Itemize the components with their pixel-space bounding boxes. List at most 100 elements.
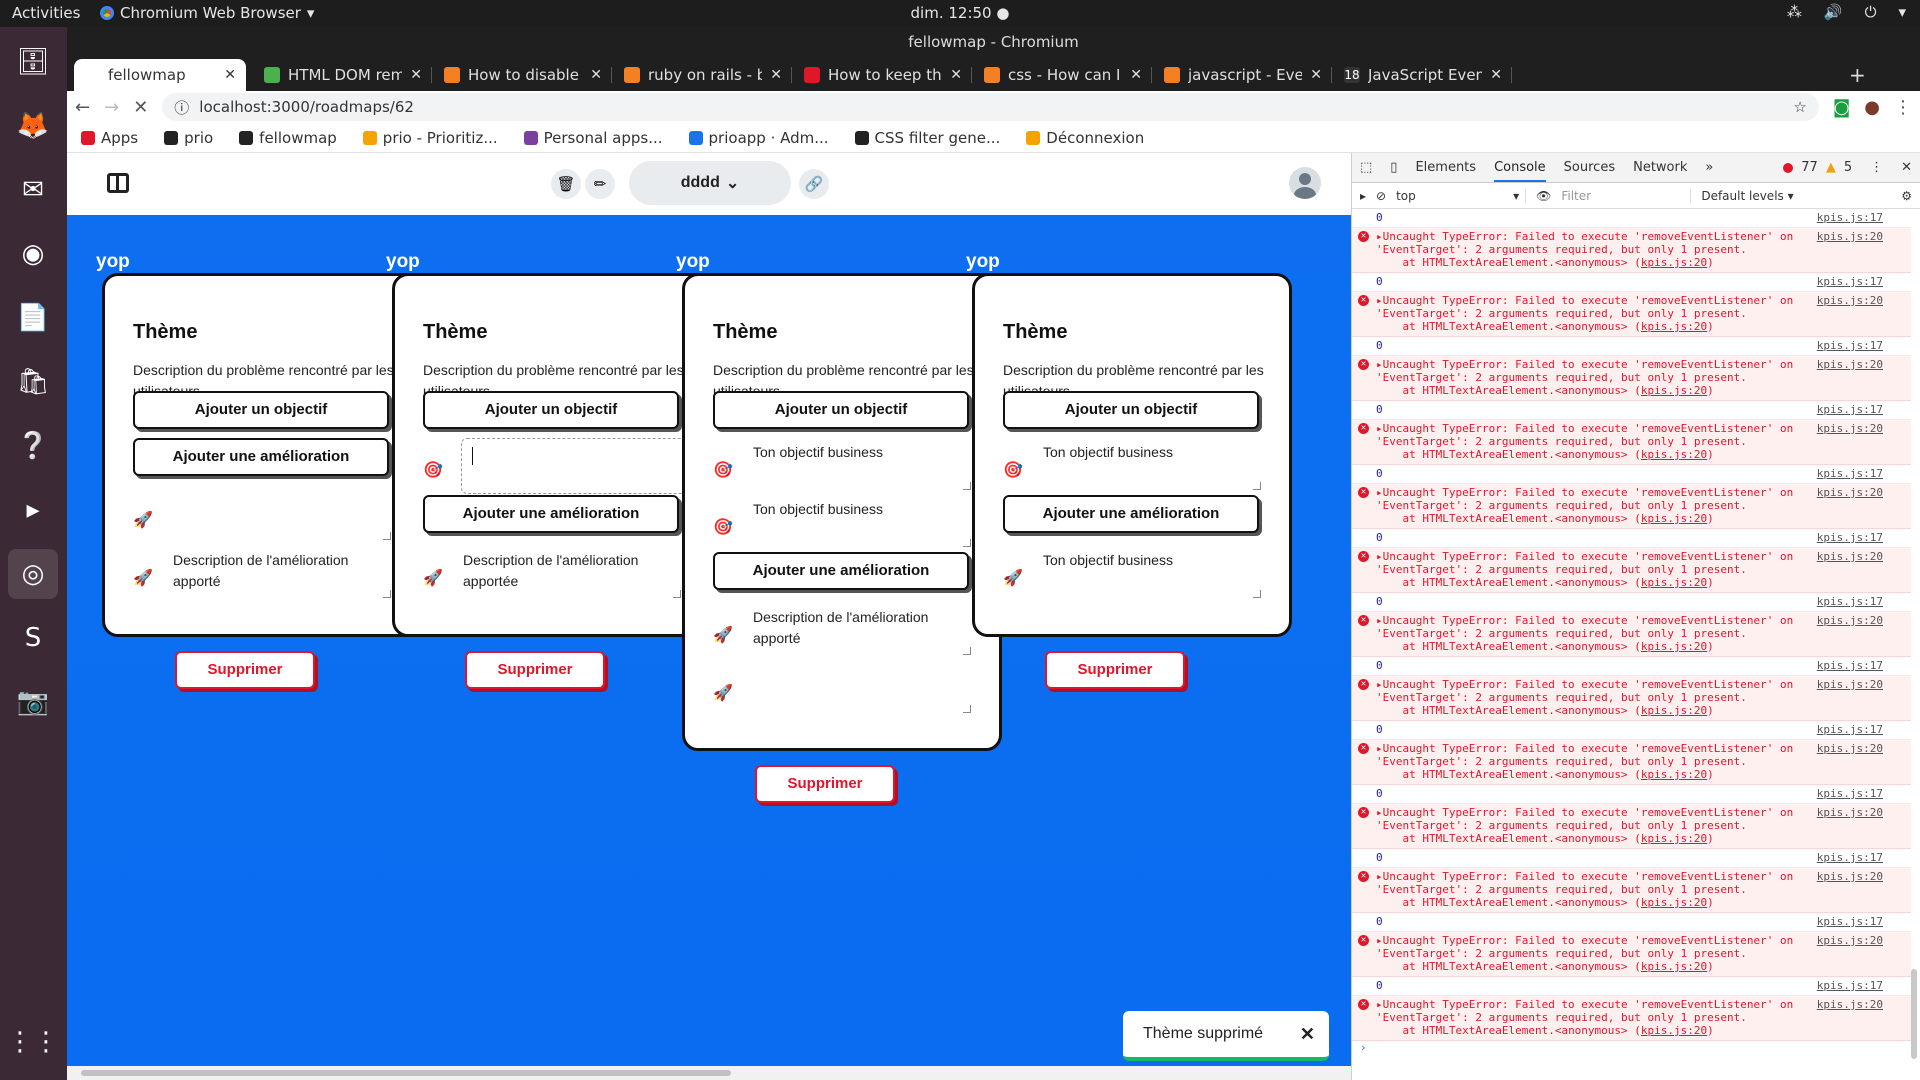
source-link[interactable]: kpis.js:20 bbox=[1817, 806, 1883, 819]
delete-theme-button[interactable]: Supprimer bbox=[1045, 651, 1185, 689]
issue-counts[interactable]: 77 ▲ 5 bbox=[1783, 160, 1852, 175]
bookmark-item[interactable]: fellowmap bbox=[239, 129, 337, 147]
row-textarea[interactable]: Ton objectif business bbox=[753, 442, 963, 463]
bookmark-item[interactable]: CSS filter gene... bbox=[854, 129, 1000, 147]
stack-source-link[interactable]: kpis.js:20 bbox=[1641, 256, 1707, 269]
app-menu[interactable]: Chromium Web Browser ▾ bbox=[100, 4, 314, 22]
stack-source-link[interactable]: kpis.js:20 bbox=[1641, 512, 1707, 525]
tab-network[interactable]: Network bbox=[1633, 160, 1687, 175]
writer-icon[interactable]: 📄 bbox=[8, 293, 58, 343]
source-link[interactable]: kpis.js:20 bbox=[1817, 998, 1883, 1011]
theme-title[interactable]: Thème bbox=[133, 321, 197, 344]
resize-handle-icon[interactable] bbox=[383, 532, 391, 540]
browser-tab[interactable]: How to disable repetit ✕ bbox=[434, 59, 612, 91]
stack-source-link[interactable]: kpis.js:20 bbox=[1641, 832, 1707, 845]
source-link[interactable]: kpis.js:20 bbox=[1817, 230, 1883, 243]
source-link[interactable]: kpis.js:17 bbox=[1817, 337, 1883, 355]
source-link[interactable]: kpis.js:20 bbox=[1817, 422, 1883, 435]
close-icon[interactable]: ✕ bbox=[950, 67, 962, 83]
browser-tab[interactable]: HTML DOM removeEve ✕ bbox=[254, 59, 432, 91]
row-textarea[interactable]: Description de l'amélioration apporté bbox=[753, 607, 963, 649]
expand-icon[interactable]: ▸ bbox=[1376, 806, 1383, 819]
add-objective-button[interactable]: Ajouter un objectif bbox=[133, 391, 389, 429]
thunderbird-icon[interactable]: ✉ bbox=[8, 165, 58, 215]
add-improvement-button[interactable]: Ajouter une amélioration bbox=[713, 552, 969, 590]
theme-title[interactable]: Thème bbox=[713, 321, 777, 344]
add-objective-button[interactable]: Ajouter un objectif bbox=[423, 391, 679, 429]
close-icon[interactable]: ✕ bbox=[1490, 67, 1502, 83]
expand-icon[interactable]: ▸ bbox=[1376, 230, 1383, 243]
console-scrollbar[interactable] bbox=[1910, 209, 1918, 1080]
bookmark-item[interactable]: Apps bbox=[81, 129, 138, 147]
source-link[interactable]: kpis.js:17 bbox=[1817, 849, 1883, 867]
add-objective-button[interactable]: Ajouter un objectif bbox=[1003, 391, 1259, 429]
browser-tab[interactable]: css - How can I make th ✕ bbox=[974, 59, 1152, 91]
resize-handle-icon[interactable] bbox=[1253, 482, 1261, 490]
resize-handle-icon[interactable] bbox=[963, 482, 971, 490]
close-icon[interactable]: ✕ bbox=[1901, 160, 1912, 175]
source-link[interactable]: kpis.js:17 bbox=[1817, 977, 1883, 995]
expand-icon[interactable]: ▸ bbox=[1376, 998, 1383, 1011]
tab-elements[interactable]: Elements bbox=[1415, 160, 1476, 175]
sidebar-icon[interactable]: ▸ bbox=[1360, 189, 1366, 203]
source-link[interactable]: kpis.js:17 bbox=[1817, 529, 1883, 547]
source-link[interactable]: kpis.js:17 bbox=[1817, 593, 1883, 611]
close-icon[interactable]: ✕ bbox=[1310, 67, 1322, 83]
bookmark-item[interactable]: prio - Prioritiz... bbox=[362, 129, 498, 147]
row-textarea[interactable]: Ton objectif business bbox=[1043, 550, 1253, 571]
show-apps-icon[interactable]: ⋮⋮ bbox=[7, 1017, 59, 1067]
stack-source-link[interactable]: kpis.js:20 bbox=[1641, 1024, 1707, 1037]
resize-handle-icon[interactable] bbox=[963, 539, 971, 547]
settings-icon[interactable]: ⚙ bbox=[1901, 189, 1912, 203]
rhythmbox-icon[interactable]: ◉ bbox=[8, 229, 58, 279]
scrollbar-thumb[interactable] bbox=[81, 1070, 731, 1076]
menu-icon[interactable]: ⋮ bbox=[1870, 160, 1883, 175]
resize-handle-icon[interactable] bbox=[963, 705, 971, 713]
close-icon[interactable]: ✕ bbox=[410, 67, 422, 83]
pencil-icon[interactable]: ✏ bbox=[585, 169, 615, 199]
browser-tab[interactable]: 18 JavaScript Event KeyCo ✕ bbox=[1334, 59, 1512, 91]
theme-title[interactable]: Thème bbox=[423, 321, 487, 344]
terminal-icon[interactable]: ▸ bbox=[8, 485, 58, 535]
source-link[interactable]: kpis.js:17 bbox=[1817, 209, 1883, 227]
close-icon[interactable]: ✕ bbox=[224, 67, 236, 83]
source-link[interactable]: kpis.js:17 bbox=[1817, 721, 1883, 739]
expand-icon[interactable]: ▸ bbox=[1376, 358, 1383, 371]
resize-handle-icon[interactable] bbox=[383, 590, 391, 598]
filter-input[interactable]: Filter bbox=[1561, 188, 1692, 203]
horizontal-scrollbar[interactable] bbox=[67, 1066, 1351, 1080]
camera-icon[interactable]: 📷 bbox=[8, 677, 58, 727]
sidebar-toggle-icon[interactable] bbox=[107, 173, 129, 193]
link-icon[interactable]: 🔗 bbox=[799, 169, 829, 199]
expand-icon[interactable]: ▸ bbox=[1376, 294, 1383, 307]
source-link[interactable]: kpis.js:20 bbox=[1817, 358, 1883, 371]
help-icon[interactable]: ❔ bbox=[8, 421, 58, 471]
bookmark-star-icon[interactable]: ☆ bbox=[1793, 98, 1806, 116]
device-toolbar-icon[interactable]: ▯ bbox=[1390, 160, 1397, 175]
add-objective-button[interactable]: Ajouter un objectif bbox=[713, 391, 969, 429]
stack-source-link[interactable]: kpis.js:20 bbox=[1641, 960, 1707, 973]
browser-tab[interactable]: ruby on rails - button_t ✕ bbox=[614, 59, 792, 91]
source-link[interactable]: kpis.js:20 bbox=[1817, 870, 1883, 883]
expand-icon[interactable]: ▸ bbox=[1376, 486, 1383, 499]
delete-theme-button[interactable]: Supprimer bbox=[465, 651, 605, 689]
activities-button[interactable]: Activities bbox=[12, 4, 80, 22]
source-link[interactable]: kpis.js:20 bbox=[1817, 294, 1883, 307]
chromium-icon[interactable]: ◎ bbox=[8, 549, 58, 599]
bookmark-item[interactable]: Déconnexion bbox=[1026, 129, 1144, 147]
browser-tab[interactable]: fellowmap ✕ bbox=[74, 59, 246, 91]
objective-textarea[interactable] bbox=[461, 438, 687, 494]
source-link[interactable]: kpis.js:20 bbox=[1817, 934, 1883, 947]
row-textarea[interactable]: Ton objectif business bbox=[753, 499, 963, 520]
expand-icon[interactable]: ▸ bbox=[1376, 934, 1383, 947]
theme-title[interactable]: Thème bbox=[1003, 321, 1067, 344]
bookmark-item[interactable]: prio bbox=[164, 129, 213, 147]
menu-icon[interactable]: ⋮ bbox=[1894, 97, 1912, 118]
inspect-icon[interactable]: ⬚ bbox=[1360, 160, 1372, 175]
eye-icon[interactable]: 👁 bbox=[1536, 189, 1551, 203]
resize-handle-icon[interactable] bbox=[1253, 590, 1261, 598]
stack-source-link[interactable]: kpis.js:20 bbox=[1641, 704, 1707, 717]
clear-console-icon[interactable]: ⊘ bbox=[1376, 189, 1386, 203]
browser-tab[interactable]: javascript - EventListen ✕ bbox=[1154, 59, 1332, 91]
profile-avatar[interactable]: ● bbox=[1864, 97, 1880, 118]
